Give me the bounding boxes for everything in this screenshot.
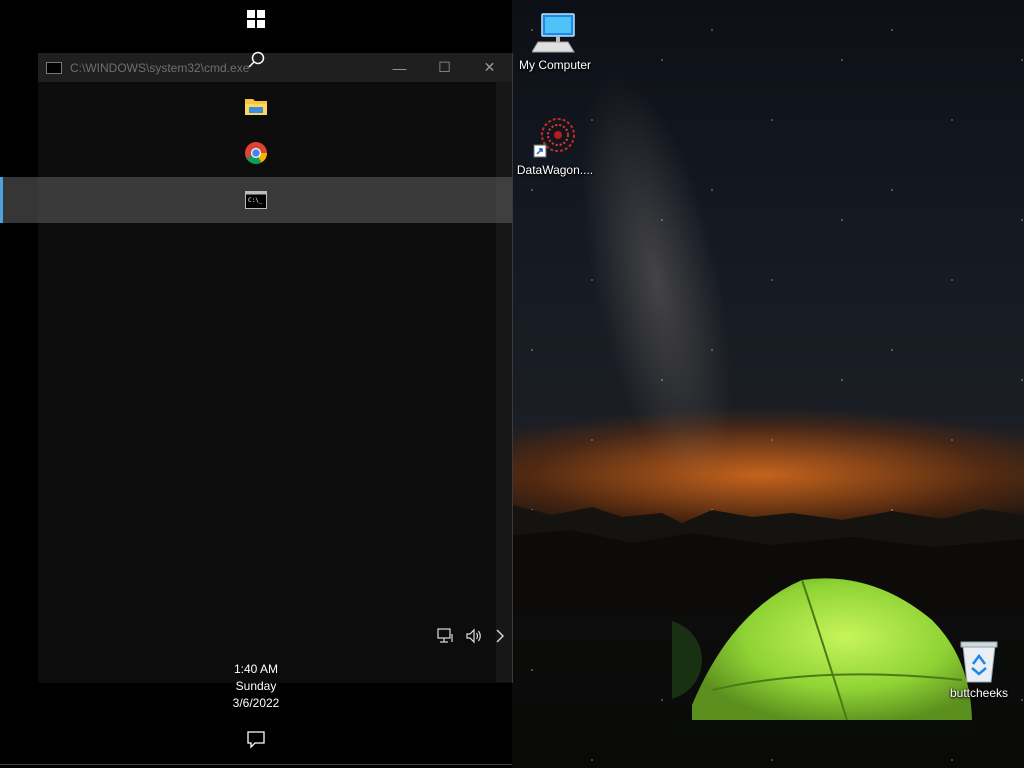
taskbar-command-prompt[interactable]: C:\_ xyxy=(0,177,512,223)
taskbar-panel: C:\WINDOWS\system32\cmd.exe — ☐ ✕ C:\_ 1… xyxy=(0,0,513,764)
start-button[interactable] xyxy=(0,0,512,42)
search-icon xyxy=(248,51,265,68)
chrome-icon xyxy=(245,142,267,164)
cmd-icon: C:\_ xyxy=(245,191,267,209)
action-center-button[interactable] xyxy=(246,729,266,754)
clock-time: 1:40 AM xyxy=(233,662,279,676)
taskbar-chrome[interactable] xyxy=(0,130,512,176)
computer-icon xyxy=(532,13,575,53)
recycle-bin-icon xyxy=(960,641,998,683)
system-tray xyxy=(437,628,507,644)
datawagon-shortcut-icon xyxy=(533,118,575,158)
search-button[interactable] xyxy=(0,37,512,83)
action-center-icon xyxy=(247,731,265,749)
desktop-icon-my-computer[interactable]: My Computer xyxy=(514,12,596,72)
windows-logo-icon xyxy=(247,10,265,28)
tent xyxy=(672,578,972,735)
volume-icon[interactable] xyxy=(465,628,483,644)
svg-text:C:\_: C:\_ xyxy=(248,197,263,204)
clock-day: Sunday xyxy=(235,679,277,693)
desktop-icon-label: DataWagon.... xyxy=(516,163,594,177)
chevron-right-icon[interactable] xyxy=(493,628,507,644)
desktop-icon-label: My Computer xyxy=(518,58,592,72)
taskbar-edge xyxy=(0,764,512,765)
network-icon[interactable] xyxy=(437,628,455,644)
desktop-wallpaper: My Computer DataWagon.... buttcheeks xyxy=(512,0,1024,768)
desktop-icon-datawagon[interactable]: DataWagon.... xyxy=(514,115,596,177)
taskbar-clock[interactable]: 1:40 AM Sunday 3/6/2022 xyxy=(200,661,312,712)
taskbar-file-explorer[interactable] xyxy=(0,83,512,129)
desktop-icon-recycle-bin[interactable]: buttcheeks xyxy=(938,640,1020,700)
desktop-icon-label: buttcheeks xyxy=(949,686,1009,700)
folder-icon xyxy=(245,99,267,115)
clock-date: 3/6/2022 xyxy=(232,696,280,710)
